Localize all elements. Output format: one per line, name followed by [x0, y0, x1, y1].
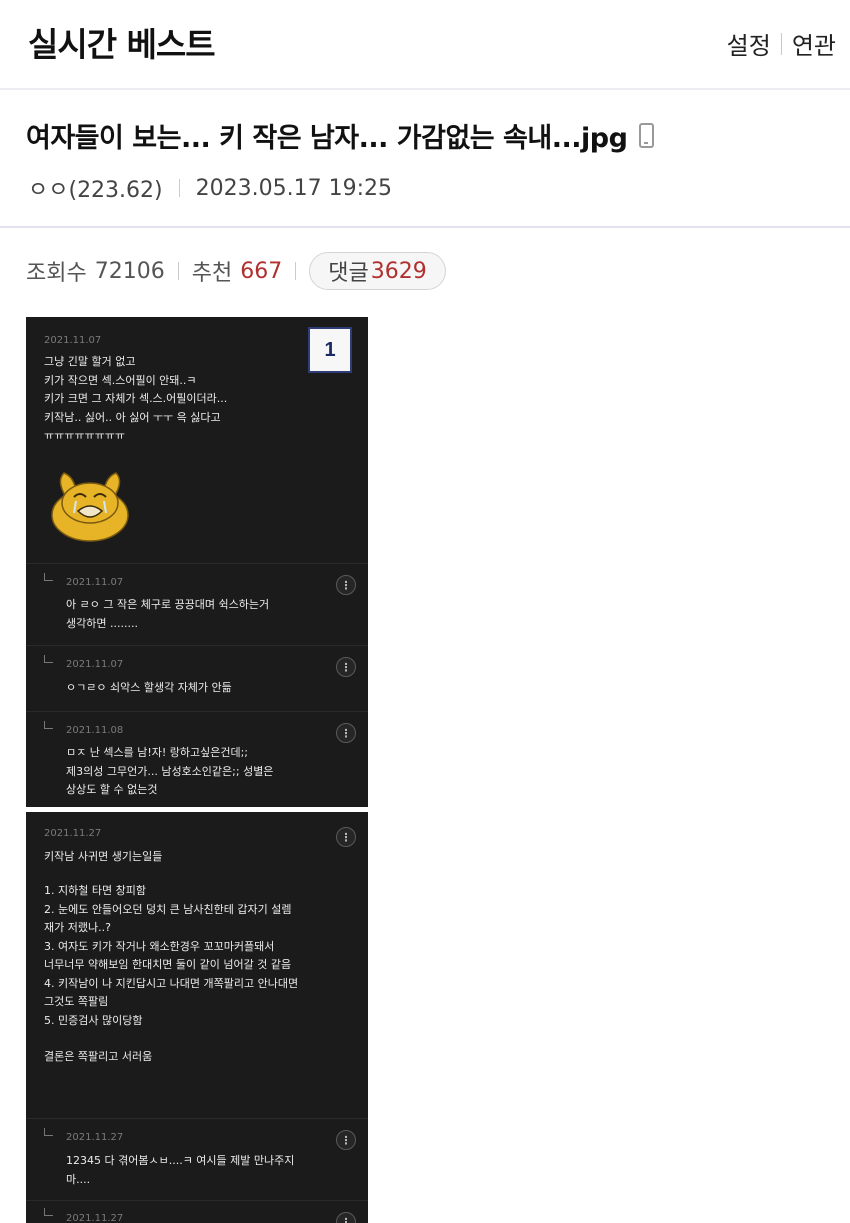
views-count: 72106 — [94, 258, 165, 284]
divider — [26, 563, 368, 564]
image-post-text: 키작남 사귀면 생기는일들 — [44, 850, 163, 863]
comments-label: 댓글 — [328, 261, 369, 286]
divider — [26, 645, 368, 646]
reply-text: ㅁㅈ 난 섹스를 남!자! 랑하고싶은건데;; 제3의성 그무언가... 남성호… — [66, 746, 274, 796]
reply-date: 2021.11.08 — [66, 725, 124, 736]
image-list-text: 1. 지하철 타면 창피함 2. 눈에도 안들어오던 덩치 큰 남사친한테 갑자… — [44, 884, 299, 1027]
image-post-date: 2021.11.27 — [44, 828, 102, 839]
settings-link[interactable]: 설정 — [727, 26, 771, 61]
post-datetime: 2023.05.17 19:25 — [195, 175, 392, 201]
reply-arrow-icon — [44, 1208, 53, 1216]
mobile-phone-icon — [639, 123, 655, 148]
comments-button[interactable]: 댓글 3629 — [309, 252, 446, 290]
post-author[interactable]: ㅇㅇ(223.62) — [28, 172, 163, 204]
reply-text: 아 ㄹㅇ 그 작은 체구로 끙끙대며 쉭스하는거 생각하면 ........ — [66, 598, 270, 630]
post-header: 여자들이 보는... 키 작은 남자... 가감없는 속내...jpg ㅇㅇ(2… — [0, 92, 850, 228]
reply-arrow-icon — [44, 573, 53, 581]
reply-date: 2021.11.27 — [66, 1213, 124, 1223]
divider — [26, 711, 368, 712]
recommend-label: 추천 — [191, 261, 233, 286]
views-label: 조회수 — [26, 261, 87, 286]
divider — [295, 262, 297, 280]
divider — [780, 32, 782, 55]
image-post-date: 2021.11.07 — [44, 335, 102, 346]
post-stats: 조회수 72106 추천 667 댓글 3629 — [26, 252, 446, 290]
top-links: 설정 연관 — [727, 26, 836, 61]
image-conclusion-text: 결론은 쪽팔리고 서러움 — [44, 1050, 153, 1063]
top-bar: 실시간 베스트 설정 연관 — [0, 0, 850, 90]
more-options-icon: ⋮ — [336, 827, 356, 847]
divider — [178, 179, 180, 197]
more-options-icon: ⋮ — [336, 1212, 356, 1223]
post-title: 여자들이 보는... 키 작은 남자... 가감없는 속내...jpg — [26, 123, 628, 154]
related-link[interactable]: 연관 — [792, 26, 836, 61]
image-number-badge: 1 — [308, 327, 352, 373]
recommend-count: 667 — [240, 258, 283, 284]
more-options-icon: ⋮ — [336, 575, 356, 595]
reply-text: 12345 다 겪어봄ㅅㅂ....ㅋ 여시들 제발 만나주지 마.... — [66, 1154, 295, 1186]
post-meta: ㅇㅇ(223.62) 2023.05.17 19:25 — [28, 172, 392, 204]
post-image-2: 2021.11.27 ⋮ 키작남 사귀면 생기는일들 1. 지하철 타면 창피함… — [26, 812, 368, 1223]
more-options-icon: ⋮ — [336, 723, 356, 743]
comments-count: 3629 — [370, 258, 427, 284]
reply-date: 2021.11.07 — [66, 577, 124, 588]
image-post-text: 그냥 긴말 할거 없고 키가 작으면 섹.스어필이 안돼..ㅋ 키가 크면 그 … — [44, 355, 228, 442]
reply-text: ㅇㄱㄹㅇ 쇠악스 할생각 자체가 안듦 — [66, 681, 232, 694]
reply-date: 2021.11.07 — [66, 659, 124, 670]
reply-arrow-icon — [44, 655, 53, 663]
divider — [177, 262, 179, 280]
divider — [26, 1200, 368, 1201]
crying-cartoon-sticker-icon — [51, 472, 129, 542]
reply-arrow-icon — [44, 1128, 53, 1136]
reply-arrow-icon — [44, 721, 53, 729]
reply-date: 2021.11.27 — [66, 1132, 124, 1143]
more-options-icon: ⋮ — [336, 657, 356, 677]
page-brand-title[interactable]: 실시간 베스트 — [28, 18, 216, 66]
post-image-1: 2021.11.07 1 그냥 긴말 할거 없고 키가 작으면 섹.스어필이 안… — [26, 317, 368, 807]
more-options-icon: ⋮ — [336, 1130, 356, 1150]
post-title-row: 여자들이 보는... 키 작은 남자... 가감없는 속내...jpg — [26, 116, 655, 155]
divider — [26, 1118, 368, 1119]
